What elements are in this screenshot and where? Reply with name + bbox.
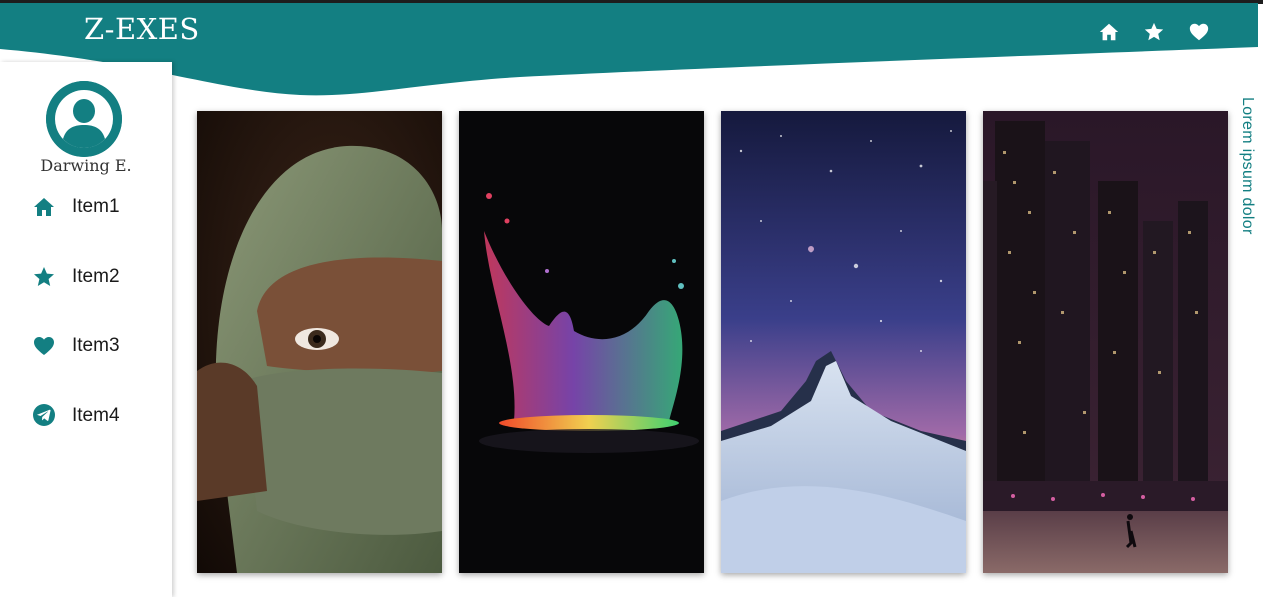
sidebar-item-label: Item3: [72, 335, 120, 356]
header-actions: [1086, 18, 1221, 46]
star-icon: [1144, 22, 1163, 41]
sidebar-item-label: Item1: [72, 196, 120, 217]
sidebar-item-3[interactable]: Item3: [32, 331, 120, 361]
sidebar-item-label: Item2: [72, 266, 120, 287]
sidebar-item-4[interactable]: [32, 400, 56, 430]
user-avatar-icon: [46, 81, 122, 157]
brand-logo[interactable]: Z-EXES: [84, 12, 200, 46]
avatar[interactable]: [46, 81, 122, 157]
gallery-card-1[interactable]: [197, 111, 442, 573]
header-home-button[interactable]: [1086, 18, 1131, 46]
gallery-card-2[interactable]: [459, 111, 704, 573]
home-icon: [34, 198, 54, 216]
sidebar-item-1[interactable]: Item1: [32, 192, 120, 222]
header-heart-button[interactable]: [1176, 18, 1221, 46]
star-icon: [34, 267, 54, 286]
gallery-card-3[interactable]: [721, 111, 966, 573]
woman-with-green-scarf-image: [197, 111, 442, 573]
telegram-icon: [33, 404, 55, 426]
header-star-button[interactable]: [1131, 18, 1176, 46]
city-skyscrapers-at-night-image: [983, 111, 1228, 573]
sidebar: Darwing E. Item1 Item2 Item3: [0, 62, 172, 597]
user-name: Darwing E.: [40, 156, 132, 175]
heart-icon: [34, 337, 54, 355]
home-icon: [1099, 23, 1118, 41]
sidebar-item-label: Item4: [72, 405, 120, 426]
gallery-card-4[interactable]: [983, 111, 1228, 573]
sidebar-item-2[interactable]: Item2: [32, 262, 120, 292]
mountain-under-starry-sky-image: [721, 111, 966, 573]
colorful-water-splash-image: [459, 111, 704, 573]
heart-icon: [1189, 23, 1208, 41]
side-caption: Lorem ipsum dolor: [1239, 97, 1256, 235]
